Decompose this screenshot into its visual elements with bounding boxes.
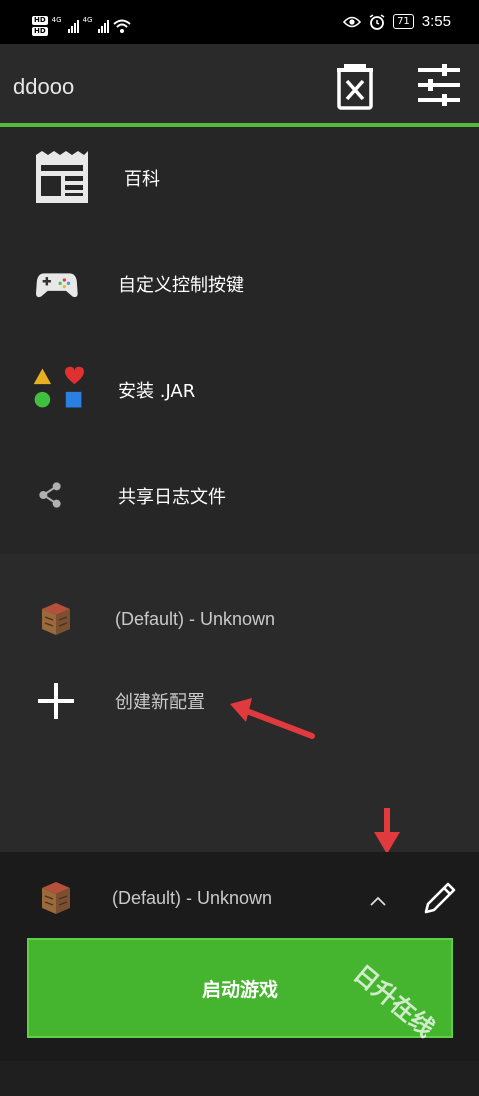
signal-icon-2	[98, 19, 110, 33]
menu-item-share-logs[interactable]: 共享日志文件	[0, 445, 479, 551]
shapes-icon	[33, 366, 84, 408]
battery-indicator: 71	[393, 14, 414, 29]
menu-item-label: 安装 .JAR	[118, 381, 196, 402]
alarm-icon	[369, 13, 385, 30]
crafting-table-icon	[42, 603, 70, 635]
account-name: ddooo	[13, 74, 75, 99]
eye-icon	[343, 16, 362, 27]
hd-badge-2: HD	[32, 27, 48, 36]
create-profile-label: 创建新配置	[115, 692, 205, 712]
network-label: 4G	[51, 16, 62, 24]
menu-item-label: 共享日志文件	[118, 487, 226, 508]
selected-profile[interactable]: (Default) - Unknown	[0, 862, 479, 934]
clear-cache-icon[interactable]	[334, 62, 376, 110]
main-menu: 百科 自定义控制按键 安装 .JAR 共享日志文件	[0, 127, 479, 554]
network-label-2: 4G	[82, 16, 93, 24]
menu-item-wiki[interactable]: 百科	[0, 127, 479, 233]
annotation-arrow-left	[230, 698, 315, 739]
menu-item-install-jar[interactable]: 安装 .JAR	[0, 339, 479, 445]
profile-item-default[interactable]: (Default) - Unknown	[0, 583, 479, 655]
crafting-table-icon	[42, 882, 70, 914]
share-icon	[39, 482, 61, 508]
selected-profile-label: (Default) - Unknown	[112, 888, 273, 908]
status-bar: HD HD 4G 4G 71 3:55	[0, 0, 479, 44]
chevron-up-icon[interactable]	[370, 896, 386, 906]
hd-badge: HD	[32, 16, 48, 25]
wifi-icon	[113, 19, 132, 33]
status-icons-left: HD HD 4G 4G	[32, 16, 132, 36]
launch-game-label: 启动游戏	[201, 978, 278, 1001]
gamepad-icon	[36, 273, 78, 298]
signal-icon	[67, 19, 79, 33]
status-icons-right: 71 3:55	[343, 13, 451, 30]
top-app-bar: ddooo	[0, 44, 479, 123]
newspaper-icon	[36, 151, 88, 203]
annotation-arrow-down	[374, 808, 400, 854]
profile-label: (Default) - Unknown	[115, 609, 276, 629]
settings-sliders-icon[interactable]	[416, 64, 462, 106]
menu-item-label: 自定义控制按键	[118, 275, 244, 296]
menu-item-label: 百科	[124, 169, 160, 190]
clock: 3:55	[421, 13, 451, 30]
plus-icon	[38, 683, 74, 719]
menu-item-custom-controls[interactable]: 自定义控制按键	[0, 233, 479, 339]
edit-pencil-icon[interactable]	[422, 880, 458, 916]
